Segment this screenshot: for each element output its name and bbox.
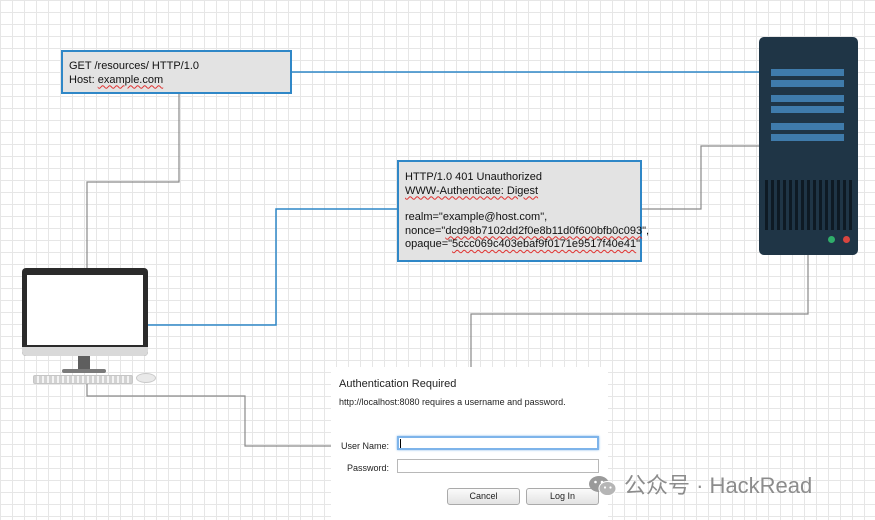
server-green-led — [828, 236, 835, 243]
request-line: GET /resources/ HTTP/1.0 — [69, 60, 200, 72]
monitor-stand-base — [62, 369, 106, 373]
server-icon — [759, 37, 858, 255]
www-authenticate-header: WWW-Authenticate: Digest — [405, 184, 539, 197]
host-header: Host: example.com — [69, 74, 284, 88]
cancel-button[interactable]: Cancel — [447, 488, 520, 505]
monitor-stand — [78, 356, 90, 370]
http-response-note: HTTP/1.0 401 Unauthorized WWW-Authentica… — [397, 160, 649, 262]
connector-response-to-client — [148, 208, 397, 326]
server-drive-bar — [771, 69, 844, 76]
mouse-icon — [136, 373, 156, 383]
dialog-title: Authentication Required — [339, 378, 457, 390]
watermark-text: 公众号 · HackRead — [624, 473, 813, 498]
server-drive-bar — [771, 134, 844, 141]
text-caret — [400, 439, 401, 448]
opaque-value: 5ccc069c403ebaf9f0171e9517f40e41 — [452, 238, 637, 250]
server-drive-bar — [771, 123, 844, 130]
connector-server-to-dialog — [470, 255, 809, 378]
opaque-end: " — [636, 238, 641, 250]
status-line: HTTP/1.0 401 Unauthorized — [405, 171, 542, 183]
host-value: example.com — [97, 73, 164, 86]
password-label: Password: — [346, 463, 389, 473]
opaque-label: opaque=" — [405, 238, 453, 250]
realm-param: realm="example@host.com", — [405, 211, 548, 223]
nonce-end: ", — [642, 224, 650, 237]
nonce-value: dcd98b7102dd2f0e8b11d0f600bfb0c093 — [445, 224, 643, 237]
auth-dialog: Authentication Required http://localhost… — [331, 367, 608, 520]
monitor-screen — [27, 275, 143, 345]
nonce-param: nonce="dcd98b7102dd2f0e8b11d0f600bfb0c09… — [405, 224, 649, 239]
server-vent — [765, 180, 852, 230]
http-request-note: GET /resources/ HTTP/1.0 Host: example.c… — [61, 50, 292, 94]
connector-server-to-response — [642, 145, 759, 210]
connector-request-to-client — [86, 94, 180, 270]
host-label: Host: — [69, 73, 98, 86]
username-label: User Name: — [340, 441, 389, 451]
server-red-led — [843, 236, 850, 243]
monitor-chin — [22, 347, 148, 356]
server-drive-bar — [771, 106, 844, 113]
dialog-message: http://localhost:8080 requires a usernam… — [339, 397, 566, 407]
server-drive-bar — [771, 95, 844, 102]
password-field[interactable] — [397, 459, 599, 473]
nonce-label: nonce=" — [405, 224, 446, 237]
client-computer-icon — [22, 268, 148, 356]
wechat-icon — [589, 476, 617, 496]
keyboard-icon — [33, 375, 133, 384]
opaque-param: opaque="5ccc069c403ebaf9f0171e9517f40e41… — [405, 238, 640, 252]
username-field[interactable] — [397, 436, 599, 450]
server-drive-bar — [771, 80, 844, 87]
